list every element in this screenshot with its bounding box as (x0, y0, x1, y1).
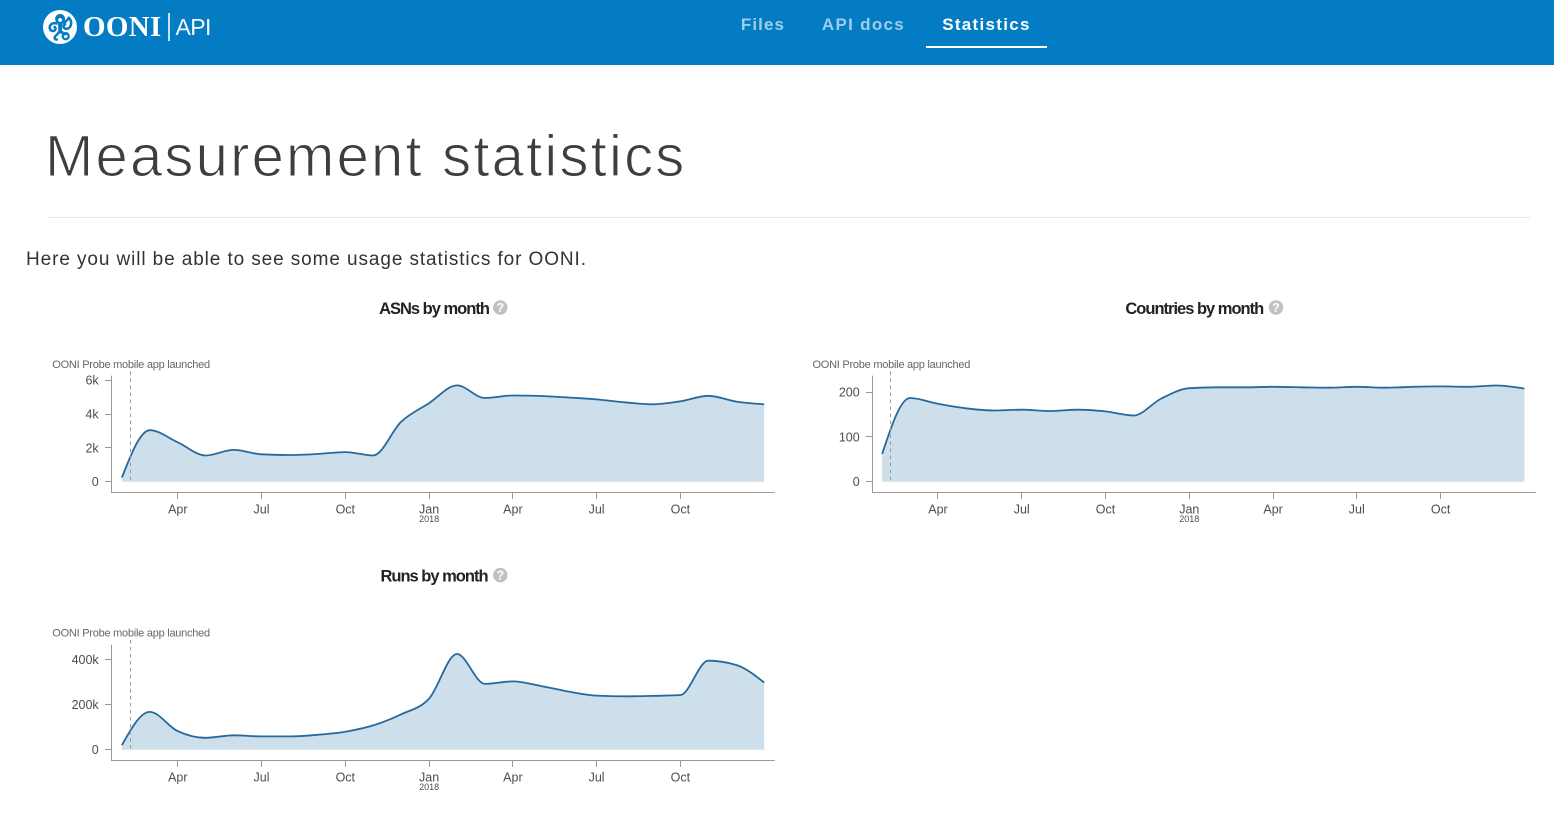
svg-text:Apr: Apr (168, 502, 187, 516)
svg-text:Apr: Apr (1263, 502, 1282, 516)
svg-text:6k: 6k (85, 374, 99, 388)
svg-text:Jul: Jul (589, 502, 605, 516)
svg-text:Jul: Jul (254, 502, 270, 516)
svg-text:0: 0 (92, 475, 99, 489)
svg-text:OONI Probe mobile app launched: OONI Probe mobile app launched (52, 359, 210, 371)
svg-text:Jul: Jul (254, 771, 270, 785)
svg-text:4k: 4k (85, 408, 99, 422)
svg-text:ASNs by month: ASNs by month (379, 300, 490, 318)
svg-text:Runs by month: Runs by month (380, 567, 488, 585)
svg-text:Apr: Apr (503, 771, 522, 785)
svg-text:200k: 200k (72, 698, 100, 712)
svg-text:2018: 2018 (419, 514, 439, 524)
svg-text:0: 0 (92, 743, 99, 757)
svg-text:Apr: Apr (168, 771, 187, 785)
svg-text:Oct: Oct (1096, 502, 1116, 516)
svg-text:Jul: Jul (589, 771, 605, 785)
svg-text:Oct: Oct (671, 502, 691, 516)
svg-text:2018: 2018 (1179, 514, 1199, 524)
svg-text:Apr: Apr (503, 502, 522, 516)
svg-text:Oct: Oct (336, 771, 356, 785)
svg-text:Apr: Apr (928, 502, 947, 516)
svg-text:Oct: Oct (671, 771, 691, 785)
svg-text:OONI Probe mobile app launched: OONI Probe mobile app launched (813, 359, 971, 371)
svg-text:Jul: Jul (1014, 502, 1030, 516)
svg-text:Oct: Oct (1431, 502, 1451, 516)
svg-text:200: 200 (839, 386, 860, 400)
svg-text:400k: 400k (72, 653, 100, 667)
svg-text:?: ? (496, 568, 504, 582)
svg-text:2018: 2018 (419, 782, 439, 792)
svg-text:?: ? (1272, 301, 1280, 315)
svg-text:2k: 2k (85, 441, 99, 455)
svg-text:Countries by month: Countries by month (1125, 300, 1264, 318)
svg-text:Jul: Jul (1349, 502, 1365, 516)
svg-text:0: 0 (853, 475, 860, 489)
svg-text:100: 100 (839, 430, 860, 444)
svg-text:OONI Probe mobile app launched: OONI Probe mobile app launched (52, 628, 210, 640)
svg-text:?: ? (496, 301, 504, 315)
svg-text:Oct: Oct (336, 502, 356, 516)
